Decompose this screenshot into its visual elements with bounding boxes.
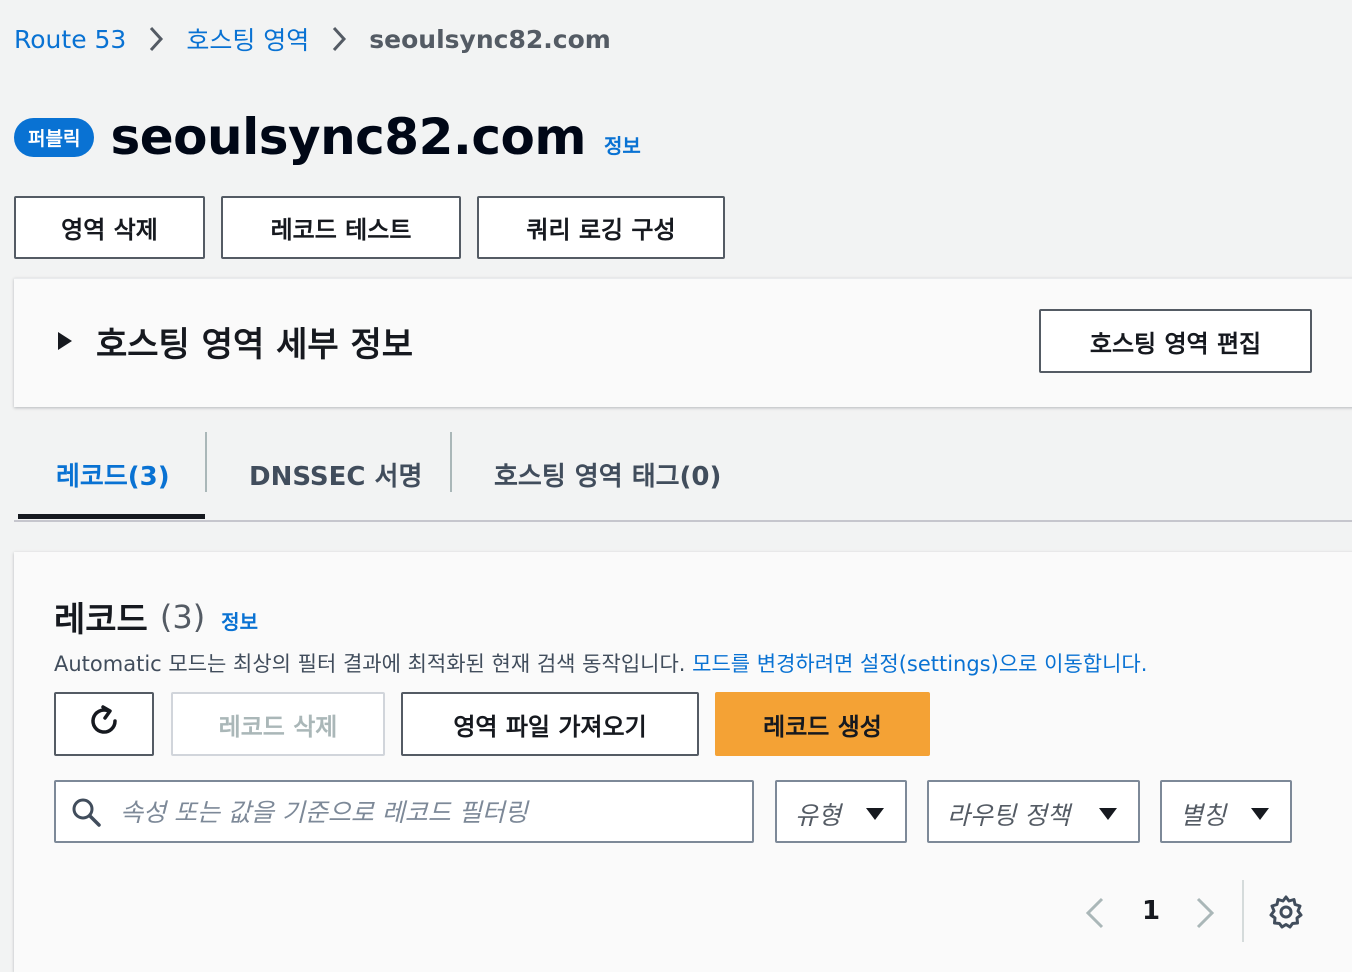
caret-down-icon [1250, 806, 1270, 825]
tab-bar: 레코드(3) DNSSEC 서명 호스팅 영역 태그(0) [14, 430, 1352, 522]
caret-right-icon[interactable] [56, 331, 74, 355]
chevron-right-icon[interactable] [1194, 896, 1216, 934]
tab-divider [450, 432, 452, 492]
gear-icon[interactable] [1268, 894, 1304, 934]
page-header: 퍼블릭 seoulsync82.com 정보 [14, 108, 641, 166]
create-record-button[interactable]: 레코드 생성 [715, 692, 930, 756]
pagination-current-page[interactable]: 1 [1142, 896, 1160, 926]
hosted-zone-details-panel: 호스팅 영역 세부 정보 호스팅 영역 편집 [14, 278, 1352, 407]
page-title: seoulsync82.com [110, 108, 586, 166]
active-tab-indicator [18, 514, 205, 519]
alias-filter-label: 별칭 [1180, 801, 1227, 830]
search-icon [70, 796, 102, 832]
chevron-right-icon [331, 25, 347, 53]
routing-policy-filter-select[interactable]: 라우팅 정책 [927, 780, 1140, 843]
tab-hosted-zone-tags[interactable]: 호스팅 영역 태그(0) [494, 430, 721, 518]
description-text: Automatic 모드는 최상의 필터 결과에 최적화된 현재 검색 동작입니… [54, 652, 693, 676]
records-count: (3) [159, 597, 206, 636]
breadcrumb-current: seoulsync82.com [369, 24, 611, 54]
delete-zone-button[interactable]: 영역 삭제 [14, 196, 205, 259]
records-info-link[interactable]: 정보 [221, 606, 258, 635]
test-record-button[interactable]: 레코드 테스트 [221, 196, 461, 259]
refresh-button[interactable] [54, 692, 154, 756]
records-container: 레코드 (3) 정보 Automatic 모드는 최상의 필터 결과에 최적화된… [14, 552, 1352, 972]
settings-link[interactable]: 모드를 변경하려면 설정(settings)으로 이동합니다. [692, 652, 1147, 676]
edit-hosted-zone-button[interactable]: 호스팅 영역 편집 [1039, 309, 1312, 373]
breadcrumb-hosted-zones[interactable]: 호스팅 영역 [186, 21, 309, 57]
details-panel-title[interactable]: 호스팅 영역 세부 정보 [96, 317, 413, 366]
chevron-right-icon [148, 25, 164, 53]
delete-record-button[interactable]: 레코드 삭제 [171, 692, 385, 756]
caret-down-icon [865, 806, 885, 825]
routing-policy-filter-label: 라우팅 정책 [947, 801, 1070, 830]
configure-query-logging-button[interactable]: 쿼리 로깅 구성 [477, 196, 725, 259]
record-filter-box [54, 780, 754, 843]
record-filter-input[interactable] [118, 786, 742, 839]
info-link[interactable]: 정보 [604, 130, 641, 159]
records-header: 레코드 (3) 정보 [54, 592, 258, 641]
import-zone-file-button[interactable]: 영역 파일 가져오기 [401, 692, 699, 756]
type-filter-select[interactable]: 유형 [775, 780, 907, 843]
breadcrumb-route53[interactable]: Route 53 [14, 25, 126, 54]
type-filter-label: 유형 [795, 801, 842, 830]
alias-filter-select[interactable]: 별칭 [1160, 780, 1292, 843]
records-description: Automatic 모드는 최상의 필터 결과에 최적화된 현재 검색 동작입니… [54, 648, 1147, 678]
tab-divider [205, 432, 207, 492]
tab-dnssec[interactable]: DNSSEC 서명 [249, 430, 422, 518]
breadcrumb: Route 53 호스팅 영역 seoulsync82.com [14, 22, 611, 56]
tab-records[interactable]: 레코드(3) [56, 430, 170, 518]
chevron-left-icon[interactable] [1084, 896, 1106, 934]
caret-down-icon [1098, 806, 1118, 825]
refresh-icon [86, 703, 122, 745]
public-badge: 퍼블릭 [14, 117, 95, 157]
records-title: 레코드 [54, 600, 148, 640]
pager-divider [1242, 880, 1244, 942]
